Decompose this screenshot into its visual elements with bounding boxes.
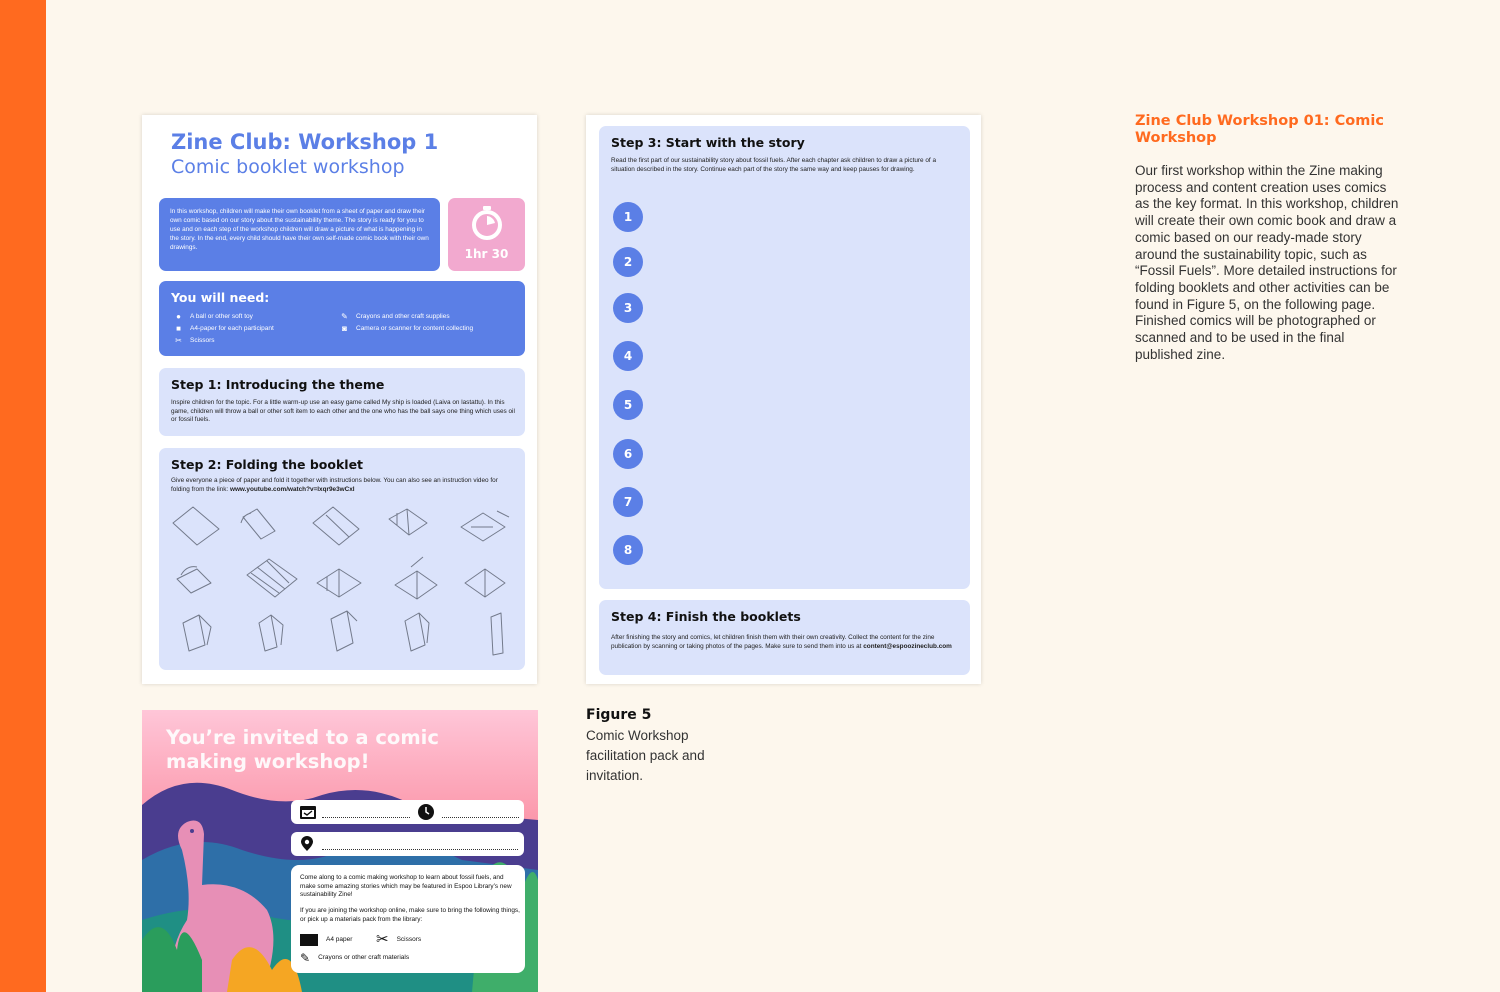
supplies-title: You will need:: [171, 290, 270, 305]
supply-item: ■ A4-paper for each participant: [173, 324, 274, 333]
supplies-box: You will need: ● A ball or other soft to…: [159, 281, 525, 356]
story-step-number: 1: [613, 202, 643, 232]
step-text: After finishing the story and comics, le…: [611, 634, 960, 651]
page-title: Zine Club: Workshop 1: [171, 130, 439, 154]
story-step-number: 4: [613, 341, 643, 371]
step-title: Step 3: Start with the story: [611, 135, 805, 150]
step-text: Give everyone a piece of paper and fold …: [171, 477, 515, 494]
ball-icon: ●: [176, 312, 181, 321]
supply-item: ✂ Scissors: [173, 336, 215, 345]
duration-label: 1hr 30: [464, 247, 509, 261]
material-label: Scissors: [396, 935, 422, 943]
location-pin-icon: [301, 836, 313, 851]
supply-label: A4-paper for each participant: [190, 325, 274, 332]
step-2-box: Step 2: Folding the booklet Give everyon…: [159, 448, 525, 670]
supply-item: ✎ Crayons and other craft supplies: [339, 312, 450, 321]
stopwatch-icon: [472, 206, 502, 240]
time-line: [442, 817, 519, 818]
story-step-number: 7: [613, 487, 643, 517]
step-title: Step 4: Finish the booklets: [611, 609, 801, 624]
story-step-number: 5: [613, 390, 643, 420]
orange-sidebar: [0, 0, 46, 992]
clock-icon: [418, 804, 434, 820]
pencil-icon: ✎: [300, 951, 311, 965]
material-item: ✂ Scissors: [376, 931, 422, 948]
date-line: [322, 817, 410, 818]
story-step-number: 8: [613, 535, 643, 565]
pencil-icon: ✎: [341, 312, 348, 321]
section-body: Our first workshop within the Zine makin…: [1135, 163, 1399, 362]
invitation-title: You’re invited to a comic making worksho…: [166, 726, 439, 773]
paper-icon: ■: [176, 324, 181, 333]
supply-label: Camera or scanner for content collecting: [356, 325, 474, 332]
step-title: Step 1: Introducing the theme: [171, 377, 385, 392]
location-field[interactable]: [291, 832, 524, 856]
supply-label: Scissors: [190, 337, 215, 344]
folding-instructions-diagram: [172, 506, 510, 656]
section-title: Zine Club Workshop 01: Comic Workshop: [1135, 113, 1384, 146]
paper-icon: [300, 934, 318, 946]
material-item: A4 paper: [300, 934, 352, 946]
step-text: Inspire children for the topic. For a li…: [171, 399, 515, 423]
figure-label: Figure 5: [586, 707, 652, 723]
story-step-number: 3: [613, 293, 643, 323]
workshop-invitation: You’re invited to a comic making worksho…: [142, 710, 538, 992]
scissors-icon: ✂: [175, 336, 182, 345]
supply-label: A ball or other soft toy: [190, 313, 253, 320]
material-label: A4 paper: [326, 935, 353, 943]
step-text: Read the first part of our sustainabilit…: [611, 157, 937, 173]
figure-caption: Comic Workshop facilitation pack and inv…: [586, 728, 705, 783]
supply-item: ◙ Camera or scanner for content collecti…: [339, 324, 473, 333]
material-label: Crayons or other craft materials: [318, 953, 410, 961]
facilitation-page-2: Step 3: Start with the story Read the fi…: [586, 115, 981, 684]
location-line: [322, 849, 518, 850]
story-step-number: 2: [613, 247, 643, 277]
contact-email[interactable]: content@espoozineclub.com: [863, 643, 952, 650]
invitation-instructions: If you are joining the workshop online, …: [300, 907, 520, 923]
date-time-field[interactable]: [291, 800, 524, 824]
scissors-icon: ✂: [376, 931, 389, 948]
supply-label: Crayons and other craft supplies: [356, 313, 450, 320]
facilitation-page-1: Zine Club: Workshop 1 Comic booklet work…: [142, 115, 537, 684]
step-1-box: Step 1: Introducing the theme Inspire ch…: [159, 368, 525, 436]
video-link[interactable]: www.youtube.com/watch?v=Ixqr9e3wCxI: [230, 486, 355, 493]
calendar-icon: [300, 806, 316, 819]
story-step-number: 6: [613, 439, 643, 469]
camera-icon: ◙: [342, 324, 347, 333]
page-subtitle: Comic booklet workshop: [171, 156, 405, 178]
step-title: Step 2: Folding the booklet: [171, 457, 364, 472]
supply-item: ● A ball or other soft toy: [173, 312, 253, 321]
invitation-description: Come along to a comic making workshop to…: [300, 874, 512, 898]
intro-box: In this workshop, children will make the…: [159, 198, 440, 271]
duration-badge: 1hr 30: [448, 198, 525, 271]
step-3-box: Step 3: Start with the story Read the fi…: [599, 126, 970, 589]
invitation-info-card: Come along to a comic making workshop to…: [291, 865, 525, 973]
step-4-box: Step 4: Finish the booklets After finish…: [599, 600, 970, 675]
material-item: ✎ Crayons or other craft materials: [300, 952, 409, 964]
